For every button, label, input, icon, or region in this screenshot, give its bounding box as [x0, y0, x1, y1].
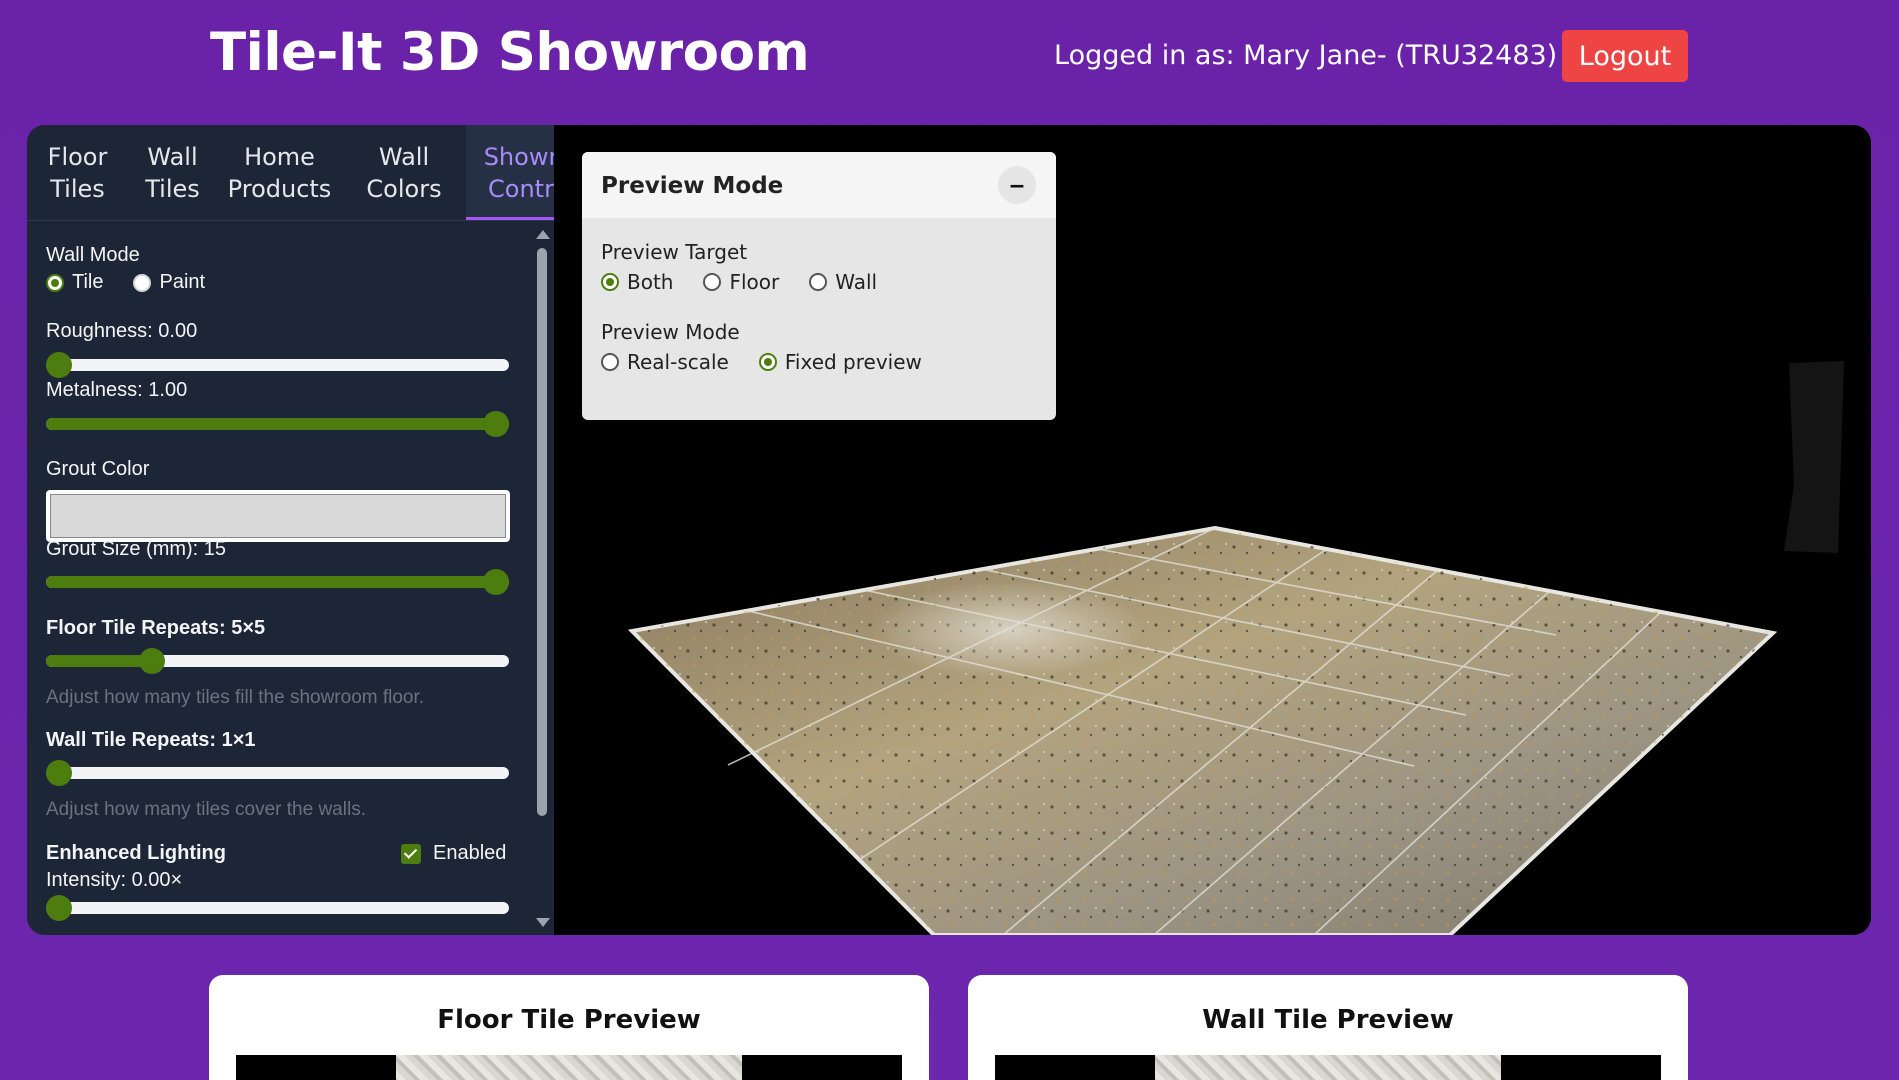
target-both-label: Both: [627, 270, 674, 294]
target-wall-radio[interactable]: [809, 273, 828, 291]
floor-tile-preview-card: Floor Tile Preview: [209, 975, 929, 1080]
tab-home-products[interactable]: Home Products: [217, 125, 342, 220]
tab-floor-tiles[interactable]: Floor Tiles: [27, 125, 128, 220]
wall-mode-paint-label: Paint: [159, 271, 206, 293]
floor-tile-preview-title: Floor Tile Preview: [437, 1005, 701, 1035]
intensity-slider[interactable]: [46, 895, 509, 921]
3d-viewport[interactable]: Preview Mode – Preview Target Both Floor…: [554, 125, 1871, 935]
lighting-enabled-label: Enabled: [433, 842, 507, 864]
grout-size-label: Grout Size (mm): 15: [46, 538, 227, 560]
mode-real-scale-label: Real-scale: [627, 350, 729, 374]
controls-panel: Wall Mode Tile Paint Roughness: 0.00 Met…: [27, 222, 530, 935]
metalness-slider[interactable]: [46, 411, 509, 437]
logout-button[interactable]: Logout: [1562, 30, 1688, 82]
app-title: Tile-It 3D Showroom: [210, 22, 810, 83]
preview-panel-title: Preview Mode: [601, 173, 784, 199]
grout-color-swatch: [50, 494, 506, 538]
showroom-main: Floor Tiles Wall Tiles Home Products Wal…: [27, 125, 1871, 935]
mode-fixed-preview-label: Fixed preview: [784, 350, 922, 374]
mode-fixed-preview-radio[interactable]: [758, 353, 777, 371]
tab-showroom-controls[interactable]: Showr Contr: [466, 125, 554, 220]
lighting-enabled-checkbox[interactable]: [401, 843, 421, 864]
roughness-slider[interactable]: [46, 352, 509, 378]
minimize-button[interactable]: –: [998, 166, 1036, 204]
scroll-up-arrow-icon[interactable]: [536, 230, 550, 239]
floor-repeats-label: Floor Tile Repeats: 5×5: [46, 617, 266, 639]
wall-mode-tile-radio[interactable]: [46, 273, 64, 292]
wall-repeats-slider[interactable]: [46, 760, 509, 786]
grout-color-picker[interactable]: [46, 490, 510, 542]
intensity-label: Intensity: 0.00×: [46, 869, 183, 891]
preview-mode-label: Preview Mode: [601, 320, 740, 344]
target-floor-radio[interactable]: [703, 273, 722, 291]
wall-mode-paint-radio[interactable]: [133, 273, 152, 292]
floor-repeats-slider[interactable]: [46, 648, 509, 674]
floor-tile-preview-image: [236, 1055, 902, 1080]
target-wall-label: Wall: [835, 270, 878, 294]
sidebar-tabs: Floor Tiles Wall Tiles Home Products Wal…: [27, 125, 554, 221]
preview-mode-panel: Preview Mode – Preview Target Both Floor…: [582, 152, 1056, 420]
scrollbar-thumb[interactable]: [537, 248, 547, 816]
target-both-radio[interactable]: [601, 273, 619, 291]
wall-repeats-label: Wall Tile Repeats: 1×1: [46, 729, 256, 751]
wall-mode-label: Wall Mode: [46, 244, 140, 266]
controls-scrollbar[interactable]: [530, 222, 554, 935]
wall-tile-preview-title: Wall Tile Preview: [1202, 1005, 1454, 1035]
scroll-down-arrow-icon[interactable]: [536, 918, 550, 927]
enhanced-lighting-label: Enhanced Lighting: [46, 842, 226, 864]
grout-size-slider[interactable]: [46, 569, 509, 595]
target-floor-label: Floor: [729, 270, 780, 294]
wall-mode-tile-label: Tile: [72, 271, 104, 293]
metalness-label: Metalness: 1.00: [46, 379, 188, 401]
floor-repeats-hint: Adjust how many tiles fill the showroom …: [46, 687, 425, 708]
preview-target-label: Preview Target: [601, 240, 748, 264]
sidebar: Floor Tiles Wall Tiles Home Products Wal…: [27, 125, 554, 935]
wall-repeats-hint: Adjust how many tiles cover the walls.: [46, 799, 366, 820]
tab-wall-tiles[interactable]: Wall Tiles: [128, 125, 217, 220]
roughness-label: Roughness: 0.00: [46, 320, 198, 342]
mode-real-scale-radio[interactable]: [601, 353, 619, 371]
wall-tile-preview-image: [995, 1055, 1661, 1080]
logged-in-user: Logged in as: Mary Jane- (TRU32483): [1054, 40, 1558, 71]
grout-color-label: Grout Color: [46, 458, 150, 480]
tab-wall-colors[interactable]: Wall Colors: [342, 125, 466, 220]
wall-tile-preview-card: Wall Tile Preview: [968, 975, 1688, 1080]
